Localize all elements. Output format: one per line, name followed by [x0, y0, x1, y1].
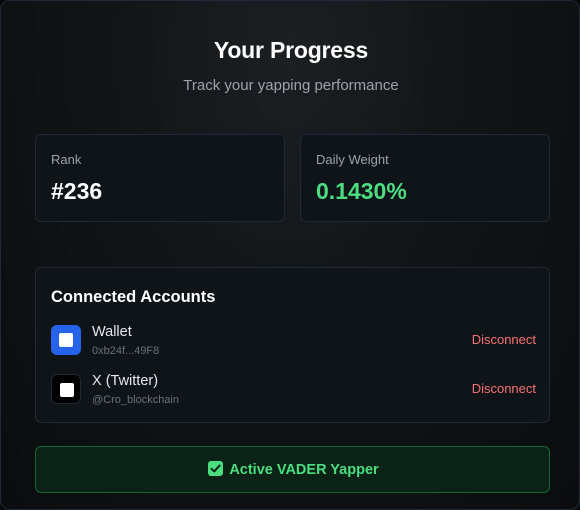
daily-weight-label: Daily Weight: [316, 152, 389, 167]
account-name: X (Twitter): [92, 373, 159, 389]
rank-card: Rank #236: [35, 134, 285, 222]
rank-value: #236: [51, 178, 103, 204]
account-row-wallet: Wallet 0xb24f...49F8 Disconnect: [51, 324, 536, 358]
disconnect-twitter-button[interactable]: Disconnect: [472, 381, 536, 396]
connected-accounts-card: Connected Accounts Wallet 0xb24f...49F8 …: [35, 267, 550, 423]
page-title: Your Progress: [213, 37, 369, 63]
page-subtitle: Track your yapping performance: [183, 77, 399, 94]
disconnect-wallet-button[interactable]: Disconnect: [472, 332, 536, 347]
progress-panel: Your Progress Track your yapping perform…: [0, 0, 580, 510]
account-name: Wallet: [92, 324, 132, 340]
account-row-twitter: X (Twitter) @Cro_blockchain Disconnect: [51, 373, 536, 407]
daily-weight-value: 0.1430%: [316, 178, 407, 204]
status-label: Active VADER Yapper: [229, 462, 379, 478]
active-status-banner: Active VADER Yapper: [35, 446, 550, 493]
rank-label: Rank: [51, 152, 82, 167]
account-detail: @Cro_blockchain: [92, 394, 179, 406]
daily-weight-card: Daily Weight 0.1430%: [300, 134, 550, 222]
checkbox-checked-icon: [208, 461, 224, 476]
connected-accounts-title: Connected Accounts: [51, 288, 216, 306]
x-twitter-icon: [51, 374, 81, 404]
wallet-icon: [51, 325, 81, 355]
account-detail: 0xb24f...49F8: [92, 345, 160, 357]
